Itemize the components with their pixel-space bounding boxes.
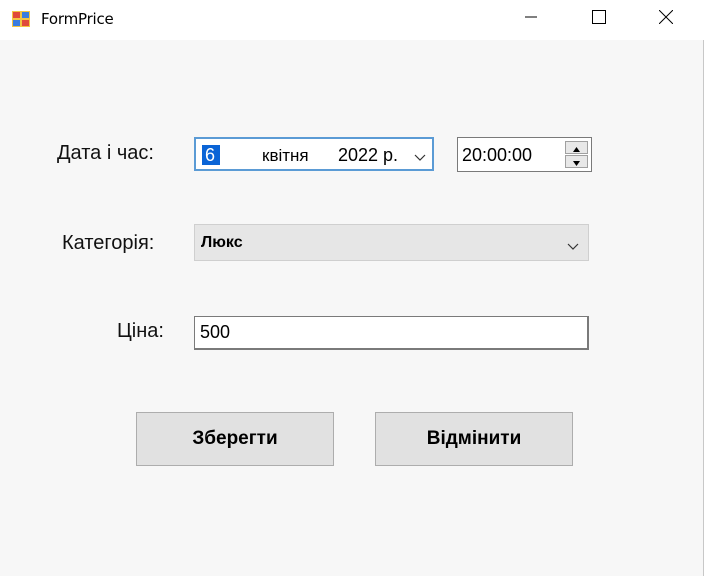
spin-down-button[interactable] [565, 155, 588, 168]
date-year[interactable]: 2022 р. [338, 145, 398, 166]
arrow-down-icon [573, 153, 580, 171]
date-picker[interactable]: 6 квітня 2022 р. [194, 137, 434, 171]
date-month[interactable]: квітня [262, 146, 309, 166]
close-button[interactable] [643, 0, 689, 38]
date-day[interactable]: 6 [202, 145, 221, 165]
save-button[interactable]: Зберегти [136, 412, 334, 466]
price-label: Ціна: [117, 320, 164, 342]
close-icon [658, 9, 674, 29]
price-input[interactable] [194, 316, 589, 350]
category-value: Люкс [201, 234, 243, 251]
form-window: FormPrice Дата і час: 6 квітня 2022 р. 2… [0, 0, 704, 576]
chevron-down-icon[interactable] [567, 238, 579, 256]
title-bar[interactable]: FormPrice [0, 0, 704, 40]
cancel-button[interactable]: Відмінити [375, 412, 573, 466]
maximize-button[interactable] [576, 0, 622, 38]
time-value[interactable]: 20:00:00 [462, 145, 532, 166]
minimize-icon [525, 10, 537, 28]
category-select[interactable]: Люкс [194, 224, 589, 261]
app-form-icon [12, 11, 30, 27]
minimize-button[interactable] [508, 0, 554, 38]
maximize-icon [592, 9, 606, 29]
category-label: Категорія: [62, 232, 155, 254]
chevron-down-icon[interactable] [414, 149, 426, 167]
time-spinner[interactable] [565, 141, 588, 168]
time-picker[interactable]: 20:00:00 [457, 137, 592, 172]
window-title: FormPrice [41, 10, 114, 28]
datetime-label: Дата і час: [57, 142, 154, 164]
